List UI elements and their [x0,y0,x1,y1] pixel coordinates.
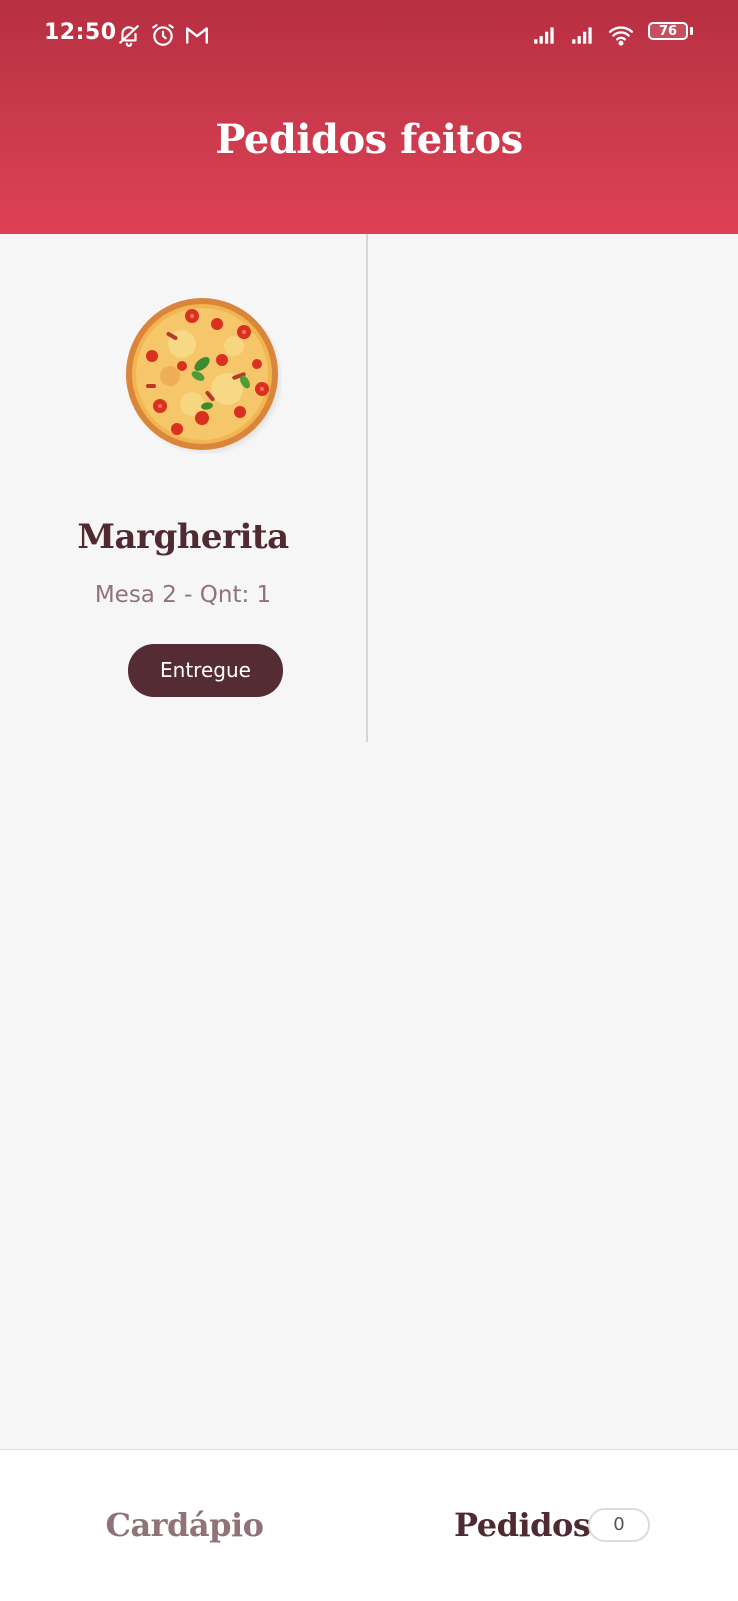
page-title: Pedidos feitos [215,116,523,163]
nav-menu-label: Cardápio [105,1506,264,1544]
app-header: 12:50 76 Pedidos feitos [0,0,738,234]
status-time: 12:50 [44,20,117,45]
battery-icon: 76 [648,22,694,44]
signal-icon [532,22,558,48]
nav-orders-label: Pedidos [454,1506,591,1544]
alarm-icon [150,22,176,48]
notifications-off-icon [116,22,142,48]
card-divider [366,234,368,742]
order-item-name: Margherita [77,517,289,557]
battery-nub [690,27,693,35]
status-bar: 12:50 76 [0,0,738,70]
nav-tab-orders[interactable]: Pedidos 0 [369,1450,738,1601]
pizza-image [122,294,282,454]
order-item-details: Mesa 2 - Qnt: 1 [94,582,272,608]
wifi-icon [608,22,634,48]
battery-level: 76 [648,22,688,40]
order-card[interactable]: Margherita Mesa 2 - Qnt: 1 Entregue [0,234,367,742]
delivered-button[interactable]: Entregue [128,644,283,697]
nav-tab-menu[interactable]: Cardápio [0,1450,369,1601]
signal-icon [570,22,596,48]
bottom-navigation: Cardápio Pedidos 0 [0,1449,738,1601]
gmail-icon [184,22,210,48]
orders-count-badge: 0 [588,1508,650,1542]
